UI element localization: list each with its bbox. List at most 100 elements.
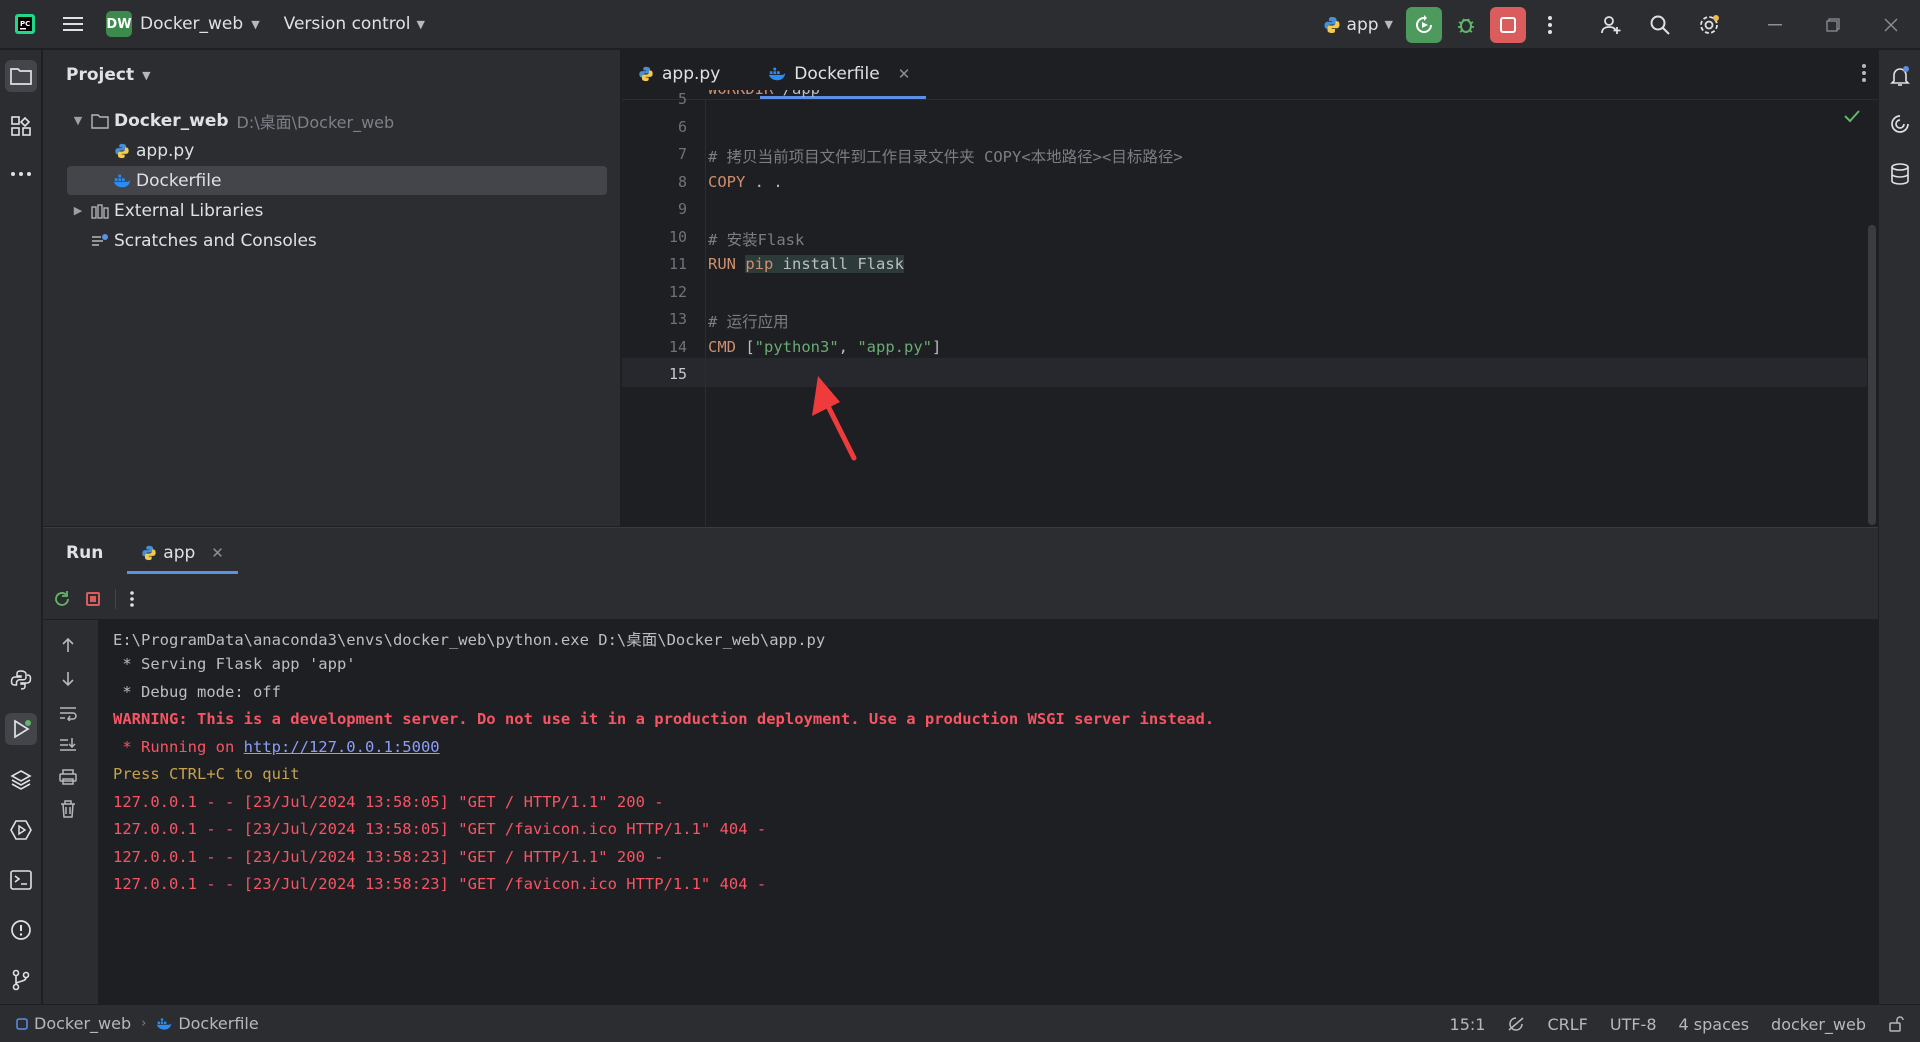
tree-item-project-root[interactable]: ▼ Docker_web D:\桌面\Docker_web [67,106,607,135]
problems-icon [11,920,31,940]
lock-icon[interactable] [1888,1016,1904,1032]
project-widget[interactable]: DW Docker_web ▼ [96,7,270,41]
notifications-button[interactable] [1884,60,1916,92]
tree-item-label: External Libraries [114,200,264,221]
python-icon [141,545,157,561]
more-actions-button[interactable] [1532,7,1568,43]
restore-button[interactable] [1804,0,1862,49]
project-tool-button[interactable] [5,60,37,92]
more-vertical-icon[interactable] [130,590,134,607]
tree-item-label: Scratches and Consoles [114,230,317,251]
line-number: 10 [668,228,687,246]
print-icon[interactable] [55,764,81,790]
chevron-down-icon: ▼ [416,17,425,31]
add-user-button[interactable] [1593,7,1629,43]
code-line-7[interactable]: # 拷贝当前项目文件到工作目录文件夹 COPY<本地路径><目标路径> [708,145,1183,167]
tree-item-label: Docker_web [114,110,229,131]
layers-tool-button[interactable] [5,764,37,796]
run-config-selector[interactable]: app ▼ [1313,8,1403,42]
tree-item-external-libraries[interactable]: ▶ External Libraries [67,196,607,225]
rerun-icon[interactable] [53,590,71,608]
search-button[interactable] [1642,7,1678,43]
line-number: 9 [677,200,687,218]
console-link[interactable]: http://127.0.0.1:5000 [244,738,440,756]
project-panel-header[interactable]: Project ▼ [43,50,620,100]
code-keyword: WORKDIR [708,90,773,98]
tab-label: app.py [662,64,721,84]
editor: app.py Dockerfile ✕ 5 6 7 8 9 10 11 12 1… [622,50,1878,526]
code-line-11[interactable]: RUN pip install Flask [708,255,904,273]
more-vertical-icon [1862,64,1866,82]
trash-icon[interactable] [55,796,81,822]
main-menu-button[interactable] [50,0,96,49]
stop-icon[interactable] [85,591,101,607]
debug-button[interactable] [1448,7,1484,43]
caret-position[interactable]: 15:1 [1450,1015,1486,1034]
git-tool-button[interactable] [5,964,37,996]
close-window-button[interactable] [1862,0,1920,49]
scroll-to-end-icon[interactable] [55,732,81,758]
chevron-right-icon[interactable]: ▶ [67,204,89,217]
problems-tool-button[interactable] [5,914,37,946]
code-line-8[interactable]: COPY . . [708,173,783,191]
project-panel: Project ▼ ▼ Docker_web D:\桌面\Docker_web … [43,50,621,526]
close-tab-icon[interactable]: ✕ [898,65,911,83]
scroll-down-icon[interactable] [55,666,81,692]
line-number-gutter: 5 6 7 8 9 10 11 12 13 14 15 [622,90,706,526]
settings-button[interactable] [1691,7,1727,43]
module-icon [16,1017,28,1030]
docker-file-icon [156,1017,172,1031]
code-line-10[interactable]: # 安装Flask [708,228,804,250]
editor-more-button[interactable] [1862,64,1866,86]
breadcrumb-project[interactable]: Docker_web [34,1014,131,1033]
close-tab-icon[interactable]: ✕ [211,544,224,562]
python-console-tool-button[interactable] [5,664,37,696]
run-tab-app[interactable]: app ✕ [127,528,238,578]
python-interpreter[interactable]: docker_web [1771,1015,1866,1034]
indent-setting[interactable]: 4 spaces [1679,1015,1750,1034]
layers-icon [10,770,32,790]
line-number: 11 [668,255,687,273]
line-separator[interactable]: CRLF [1547,1015,1587,1034]
console-line: 127.0.0.1 - - [23/Jul/2024 13:58:23] "GE… [113,875,767,893]
editor-scrollbar[interactable] [1868,225,1876,525]
run-panel-header: Run app ✕ [43,528,1878,578]
minimize-button[interactable] [1746,0,1804,49]
more-vertical-icon [1548,15,1552,34]
line-number: 7 [677,145,687,163]
tree-item-scratches[interactable]: Scratches and Consoles [67,226,607,255]
structure-tool-button[interactable] [5,110,37,142]
python-file-icon [111,143,133,159]
rerun-button[interactable] [1406,6,1442,43]
console-line: * Debug mode: off [113,683,281,701]
services-tool-button[interactable] [5,814,37,846]
run-tool-button[interactable] [5,713,37,745]
stop-button[interactable] [1490,6,1526,43]
terminal-tool-button[interactable] [5,864,37,896]
code-line-14[interactable]: CMD ["python3", "app.py"] [708,338,941,356]
more-tools-button[interactable] [5,158,37,190]
ai-assistant-button[interactable] [1884,108,1916,140]
inspection-ok-icon[interactable] [1844,108,1860,127]
add-user-icon [1601,15,1621,34]
tree-item-app-py[interactable]: app.py [67,136,607,165]
database-button[interactable] [1884,158,1916,190]
run-tab-label: app [163,543,196,563]
code-string: "app.py" [857,338,932,356]
soft-wrap-icon[interactable] [55,700,81,726]
code-line-5[interactable]: WORKDIR /app [708,90,820,102]
console-line: E:\ProgramData\anaconda3\envs\docker_web… [113,631,826,649]
minimize-icon [1768,23,1782,25]
code-line-13[interactable]: # 运行应用 [708,310,789,332]
console-line: 127.0.0.1 - - [23/Jul/2024 13:58:05] "GE… [113,820,767,838]
breadcrumb-file[interactable]: Dockerfile [178,1014,258,1033]
ai-disabled-icon[interactable] [1507,1016,1525,1032]
version-control-widget[interactable]: Version control ▼ [274,7,435,41]
file-encoding[interactable]: UTF-8 [1610,1015,1657,1034]
pycharm-logo-icon[interactable]: PC [0,0,50,49]
chevron-down-icon[interactable]: ▼ [67,114,89,127]
tree-item-dockerfile[interactable]: Dockerfile [67,166,607,195]
scroll-up-icon[interactable] [55,632,81,658]
bug-icon [1458,17,1474,33]
rerun-icon [1416,14,1432,33]
